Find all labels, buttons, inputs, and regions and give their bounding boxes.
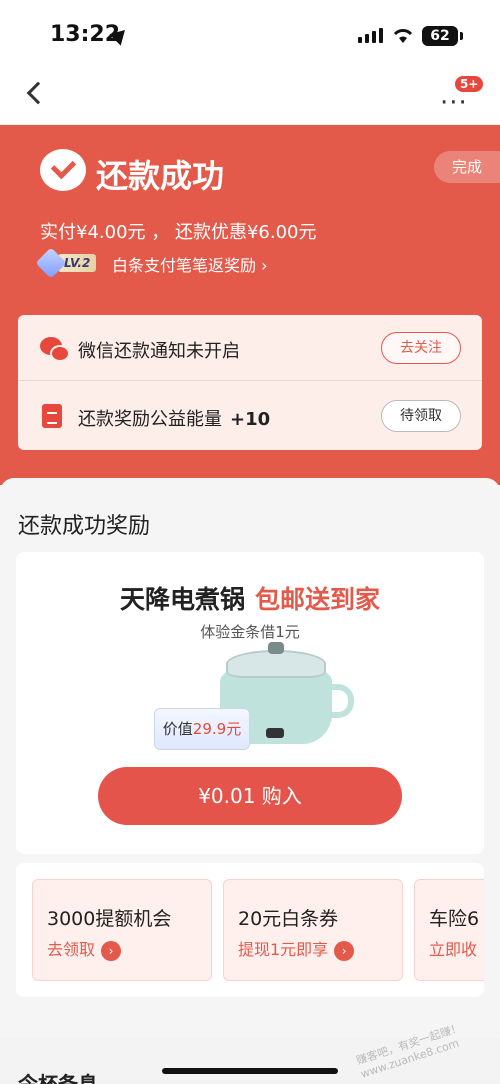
claim-pending-button[interactable]: 待领取	[381, 400, 461, 432]
notice-card: 微信还款通知未开启 去关注 还款奖励公益能量 +10 待领取	[18, 315, 482, 450]
value-prefix: 价值	[162, 720, 193, 738]
coupon-action-label: 去领取	[47, 940, 96, 959]
follow-button[interactable]: 去关注	[381, 332, 461, 364]
coupon-strip: 3000提额机会 去领取 › 20元白条券 提现1元即享 › 车险6 立即收	[16, 863, 484, 997]
wechat-icon	[40, 337, 70, 362]
coupon-action-label: 提现1元即享	[238, 940, 329, 959]
energy-bonus: +10	[230, 409, 271, 430]
promo-headline-main: 天降电煮锅	[119, 585, 245, 614]
coupon-card[interactable]: 3000提额机会 去领取 ›	[32, 879, 212, 981]
coupon-action: 提现1元即享 ›	[238, 936, 355, 961]
message-badge: 5+	[455, 76, 484, 92]
buy-button[interactable]: ¥0.01 购入	[98, 767, 402, 825]
coupon-title: 20元白条券	[238, 908, 339, 930]
signal-icon	[358, 28, 383, 43]
back-chevron-icon[interactable]	[26, 81, 50, 105]
notice-label: 还款奖励公益能量	[78, 409, 222, 430]
home-indicator	[162, 1068, 338, 1074]
section-title: 还款成功奖励	[18, 514, 151, 539]
success-header: 还款成功 完成 实付¥4.00元 ， 还款优惠¥6.00元 LV.2 白条支付笔…	[0, 125, 500, 485]
page-title: 还款成功	[96, 157, 225, 195]
arrow-right-icon: ›	[101, 940, 122, 961]
level-badge: LV.2	[35, 247, 97, 279]
next-section-heading: 今杯备息	[18, 1072, 98, 1084]
level-reward-link[interactable]: 白条支付笔笔返奖励 ›	[112, 252, 268, 276]
clipboard-icon	[42, 404, 62, 428]
payment-summary: 实付¥4.00元 ， 还款优惠¥6.00元	[40, 222, 317, 243]
notice-row-energy: 还款奖励公益能量 +10 待领取	[18, 383, 482, 449]
notice-text: 还款奖励公益能量 +10	[78, 405, 270, 431]
promo-headline: 天降电煮锅 包邮送到家	[16, 580, 484, 616]
done-button[interactable]: 完成	[434, 151, 500, 183]
coupon-action: 去领取 ›	[47, 936, 122, 961]
battery-icon: 62	[422, 26, 463, 46]
diamond-icon	[35, 247, 67, 279]
coupon-title: 车险6	[429, 908, 480, 930]
arrow-right-icon: ›	[334, 940, 355, 961]
rewards-panel: 还款成功奖励 天降电煮锅 包邮送到家 体验金条借1元 价值29.9元 ¥0.01 …	[0, 478, 500, 1038]
more-dots-icon[interactable]: ···	[440, 88, 468, 118]
promo-headline-accent: 包邮送到家	[255, 585, 381, 614]
nav-bar: ··· 5+	[0, 70, 500, 125]
value-amount: 29.9元	[192, 720, 242, 738]
promo-card[interactable]: 天降电煮锅 包邮送到家 体验金条借1元 价值29.9元 ¥0.01 购入	[16, 552, 484, 854]
check-bubble-icon	[40, 149, 86, 191]
coupon-card[interactable]: 20元白条券 提现1元即享 ›	[223, 879, 403, 981]
wifi-icon	[393, 29, 413, 43]
coupon-title: 3000提额机会	[47, 908, 172, 930]
value-tag: 价值29.9元	[154, 708, 250, 750]
notice-text: 微信还款通知未开启	[78, 341, 240, 362]
notice-row-wechat: 微信还款通知未开启 去关注	[18, 315, 482, 381]
status-bar: 13:22 62	[0, 0, 500, 70]
coupon-card[interactable]: 车险6 立即收	[414, 879, 484, 981]
coupon-action: 立即收	[429, 940, 478, 959]
promo-subtitle: 体验金条借1元	[200, 623, 300, 641]
